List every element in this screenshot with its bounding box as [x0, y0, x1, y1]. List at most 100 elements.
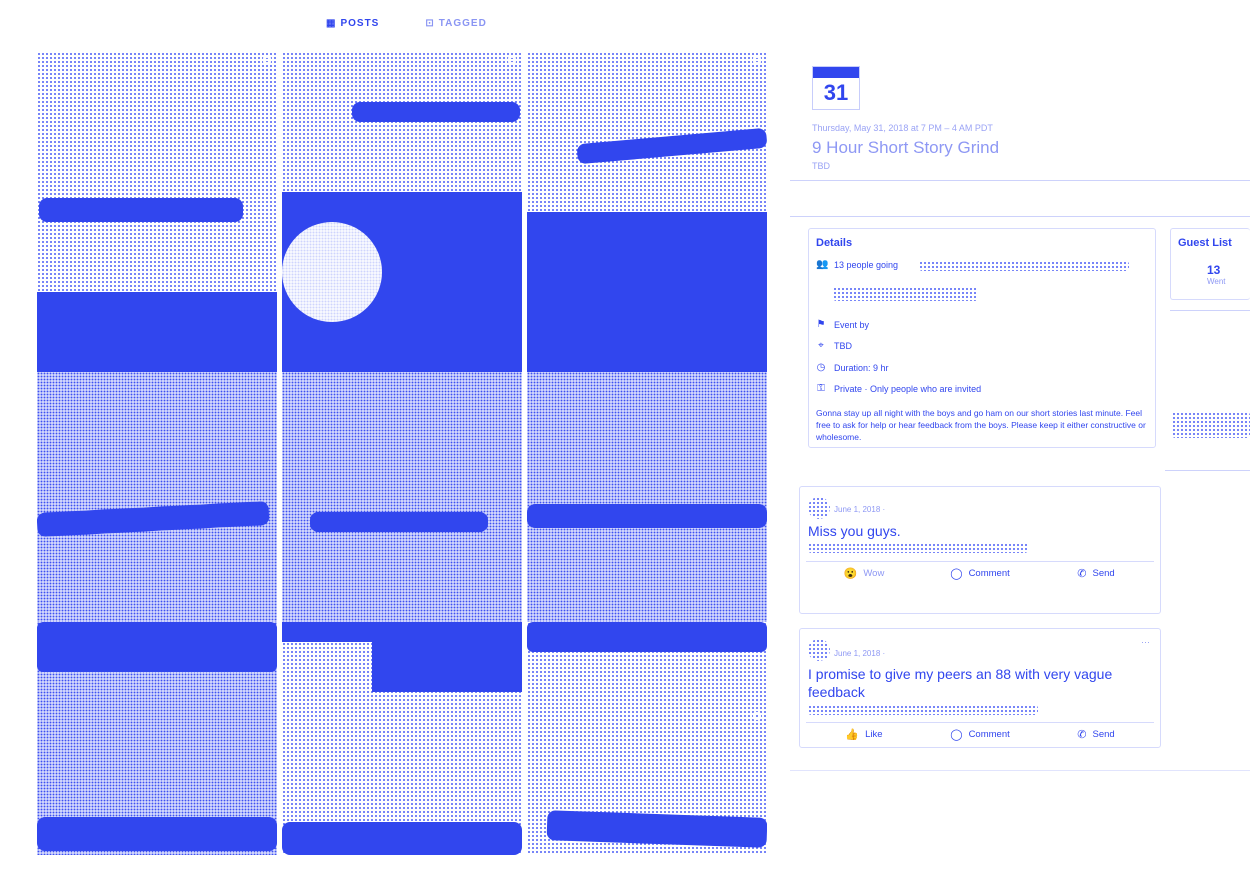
- send-button[interactable]: ✆ Send: [1038, 562, 1154, 585]
- photo-shape: [37, 817, 277, 851]
- details-heading: Details: [816, 237, 853, 249]
- wow-label: Wow: [863, 568, 885, 579]
- grid-photo[interactable]: [527, 52, 767, 372]
- photo-shape: [537, 282, 597, 352]
- send-icon: ✆: [1077, 729, 1087, 741]
- avatar[interactable]: [808, 497, 830, 519]
- send-icon: ✆: [1077, 568, 1087, 580]
- photo-shape: [576, 127, 767, 165]
- divider: [1170, 310, 1250, 311]
- wow-icon: 😮: [843, 568, 858, 580]
- photo-shape: [546, 810, 767, 848]
- post-actions: 😮 Wow ◯ Comment ✆ Send: [806, 561, 1154, 585]
- feed-post: June 1, 2018 · Miss you guys. 😮 Wow ◯ Co…: [799, 486, 1161, 614]
- location-row: ⌖ TBD: [816, 340, 852, 351]
- grid-photo[interactable]: [37, 52, 277, 372]
- multi-photo-icon: [753, 712, 761, 720]
- lock-icon: ⚿: [817, 383, 825, 394]
- wow-button[interactable]: 😮 Wow: [806, 562, 922, 585]
- photo-shape: [37, 622, 277, 672]
- photo-shape: [282, 822, 522, 855]
- location-text: TBD: [834, 340, 852, 351]
- blurred-reactions: [808, 705, 1038, 715]
- photo-shape: [527, 622, 767, 652]
- guest-list-heading[interactable]: Guest List: [1178, 237, 1232, 249]
- comment-icon: ◯: [950, 729, 963, 741]
- grid-photo[interactable]: [527, 622, 767, 855]
- going-text: 13 people going: [834, 259, 899, 270]
- clock-icon: ◷: [816, 362, 826, 373]
- photo-shape: [352, 102, 520, 122]
- grid-icon: ▦: [326, 18, 337, 29]
- grid-photo[interactable]: [37, 622, 277, 855]
- event-description: Gonna stay up all night with the boys an…: [816, 408, 1146, 442]
- photo-shape: [282, 222, 382, 322]
- comment-button[interactable]: ◯ Comment: [922, 562, 1038, 585]
- event-title[interactable]: 9 Hour Short Story Grind: [812, 138, 999, 158]
- photo-shape: [657, 277, 737, 352]
- blurred-avatars: [833, 287, 978, 301]
- going-row[interactable]: 👥 13 people going: [816, 259, 898, 270]
- like-label: Like: [865, 729, 883, 740]
- blurred-content: [1172, 412, 1250, 438]
- calendar-badge: 31: [812, 66, 860, 110]
- post-date[interactable]: June 1, 2018 ·: [834, 649, 885, 658]
- comment-label: Comment: [968, 729, 1010, 740]
- post-actions: 👍 Like ◯ Comment ✆ Send: [806, 722, 1154, 746]
- feed-post: June 1, 2018 · ··· I promise to give my …: [799, 628, 1161, 748]
- event-day: 31: [823, 80, 849, 105]
- photo-shape: [372, 632, 522, 692]
- grid-photo[interactable]: [282, 372, 522, 622]
- duration-text: Duration: 9 hr: [834, 362, 889, 373]
- photo-shape: [37, 292, 277, 372]
- like-icon: 👍: [845, 729, 860, 741]
- multi-photo-icon: [753, 56, 761, 64]
- guest-count[interactable]: 13: [1207, 263, 1220, 277]
- tag-icon: ⊡: [425, 18, 435, 29]
- grid-photo[interactable]: [527, 372, 767, 622]
- post-date[interactable]: June 1, 2018 ·: [834, 505, 885, 514]
- multi-photo-icon: [263, 56, 271, 64]
- like-button[interactable]: 👍 Like: [806, 723, 922, 746]
- send-label: Send: [1092, 568, 1115, 579]
- tab-tagged-label: TAGGED: [438, 18, 487, 29]
- post-text: I promise to give my peers an 88 with ve…: [808, 666, 1113, 700]
- tab-posts-label: POSTS: [340, 18, 380, 29]
- profile-tabs: ▦ POSTS ⊡ TAGGED: [326, 18, 487, 29]
- avatar[interactable]: [808, 639, 830, 661]
- photo-shape: [527, 504, 767, 528]
- multi-photo-icon: [508, 56, 516, 64]
- divider: [1165, 470, 1250, 471]
- event-by-text: Event by: [834, 319, 870, 330]
- guest-list-card: Guest List 13 Went: [1170, 228, 1250, 300]
- photo-shape: [37, 500, 270, 538]
- post-text: Miss you guys.: [808, 523, 901, 539]
- blurred-avatars: [919, 261, 1129, 271]
- blurred-reactions: [808, 543, 1028, 553]
- privacy-text: Private · Only people who are invited: [834, 383, 982, 394]
- details-card: Details 👥 13 people going ⚑ Event by ⌖ T…: [808, 228, 1156, 448]
- divider: [790, 770, 1250, 771]
- comment-icon: ◯: [950, 568, 963, 580]
- privacy-row: ⚿ Private · Only people who are invited: [816, 383, 981, 394]
- grid-photo[interactable]: [37, 372, 277, 622]
- photo-shape: [310, 512, 488, 532]
- tab-tagged[interactable]: ⊡ TAGGED: [425, 18, 486, 29]
- photo-grid: [37, 52, 767, 855]
- divider: [790, 180, 1250, 181]
- comment-label: Comment: [968, 568, 1010, 579]
- photo-shape: [39, 198, 243, 222]
- duration-row: ◷ Duration: 9 hr: [816, 362, 889, 373]
- event-date: Thursday, May 31, 2018 at 7 PM – 4 AM PD…: [812, 123, 993, 133]
- host-row: ⚑ Event by: [816, 319, 870, 330]
- guest-label: Went: [1207, 277, 1226, 286]
- send-button[interactable]: ✆ Send: [1038, 723, 1154, 746]
- comment-button[interactable]: ◯ Comment: [922, 723, 1038, 746]
- tab-posts[interactable]: ▦ POSTS: [326, 18, 379, 29]
- host-icon: ⚑: [816, 319, 826, 330]
- more-options-icon[interactable]: ···: [1141, 637, 1150, 647]
- send-label: Send: [1092, 729, 1115, 740]
- grid-photo[interactable]: [282, 52, 522, 372]
- divider: [790, 216, 1250, 217]
- grid-photo[interactable]: [282, 622, 522, 855]
